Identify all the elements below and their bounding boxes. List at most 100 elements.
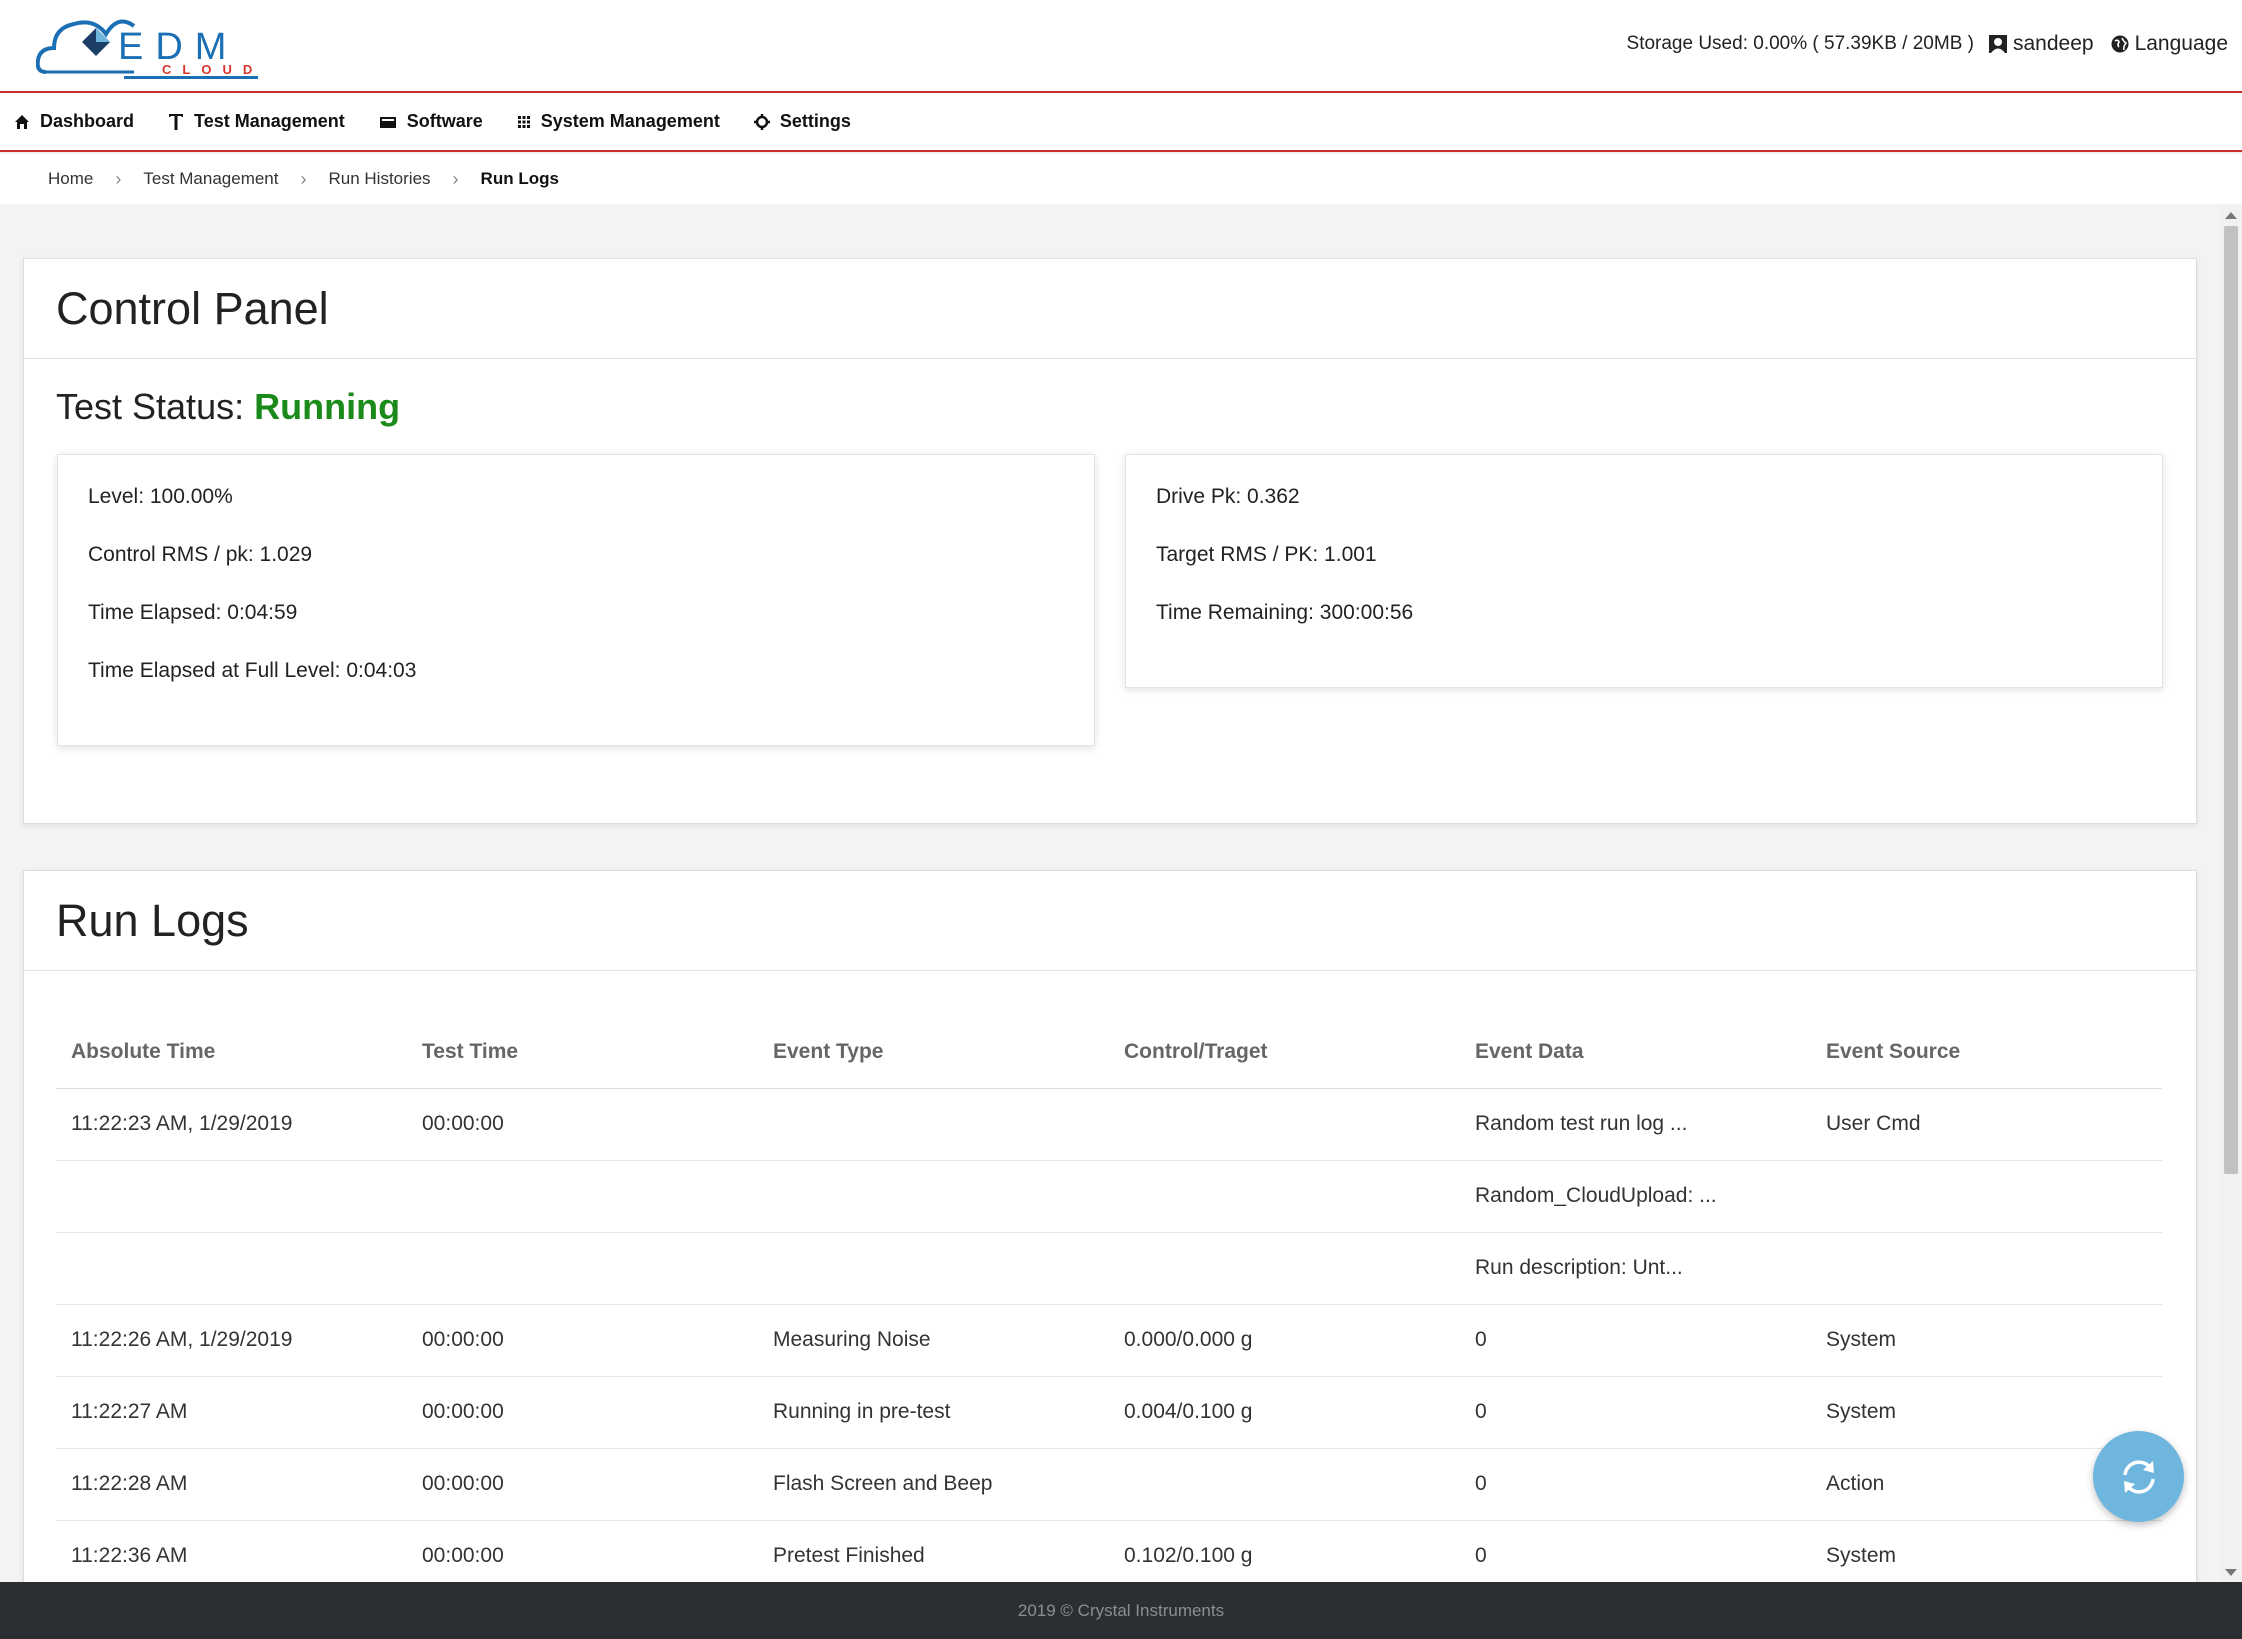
breadcrumb-home[interactable]: Home [48, 169, 93, 189]
cell-event-data: 0 [1460, 1376, 1811, 1449]
language-menu[interactable]: Language [2110, 32, 2228, 56]
user-icon [1988, 35, 2007, 53]
header-right: Storage Used: 0.00% ( 57.39KB / 20MB ) s… [1627, 32, 2228, 56]
column-header-event-source[interactable]: Event Source [1811, 1016, 2162, 1089]
nav-software-label: Software [406, 111, 483, 131]
cell-event-type [758, 1232, 1109, 1305]
cell-test-time [407, 1160, 758, 1233]
scroll-thumb[interactable] [2224, 226, 2238, 1174]
control-panel: Control Panel Test Status: Running Level… [23, 258, 2197, 824]
nav-system-management-label: System Management [540, 111, 720, 131]
status-card-right: Drive Pk: 0.362 Target RMS / PK: 1.001 T… [1125, 454, 2163, 688]
cell-test-time [407, 1232, 758, 1305]
breadcrumb-run-logs: Run Logs [480, 169, 559, 188]
scroll-up-arrow-icon[interactable] [2225, 212, 2237, 219]
status-card-left: Level: 100.00% Control RMS / pk: 1.029 T… [57, 454, 1095, 746]
run-logs-panel: Run Logs Absolute Time Test Time Event T… [23, 870, 2197, 1593]
cell-absolute-time: 11:22:27 AM [56, 1376, 407, 1449]
top-header: EDM CLOUD Storage Used: 0.00% ( 57.39KB … [0, 0, 2242, 93]
chevron-right-icon: › [115, 168, 122, 189]
cell-event-type [758, 1088, 1109, 1161]
cell-event-type: Flash Screen and Beep [758, 1448, 1109, 1521]
vertical-scrollbar[interactable] [2220, 204, 2242, 1582]
nav-test-management[interactable]: Test Management [168, 111, 345, 132]
test-status-value: Running [254, 386, 401, 427]
cell-test-time: 00:00:00 [407, 1448, 758, 1521]
table-header-row: Absolute Time Test Time Event Type Contr… [56, 1016, 2162, 1089]
cell-absolute-time: 11:22:23 AM, 1/29/2019 [56, 1088, 407, 1161]
cell-event-type [758, 1160, 1109, 1233]
cell-absolute-time [56, 1232, 407, 1305]
table-row: 11:22:23 AM, 1/29/2019 00:00:00 Random t… [56, 1088, 2162, 1161]
cell-event-data: Run description: Unt... [1460, 1232, 1811, 1305]
home-icon [15, 114, 29, 129]
table-row: Random_CloudUpload: ... [56, 1160, 2162, 1233]
cell-absolute-time: 11:22:26 AM, 1/29/2019 [56, 1304, 407, 1377]
breadcrumb-test-management[interactable]: Test Management [143, 169, 278, 189]
cell-event-source: User Cmd [1811, 1088, 2162, 1161]
cell-control-target [1109, 1232, 1460, 1305]
test-status-label: Test Status: [56, 386, 245, 427]
level-value: Level: 100.00% [88, 485, 233, 508]
refresh-button[interactable] [2093, 1431, 2184, 1522]
cell-control-target [1109, 1088, 1460, 1161]
cell-event-type: Measuring Noise [758, 1304, 1109, 1377]
chevron-right-icon: › [300, 168, 307, 189]
target-rms-value: Target RMS / PK: 1.001 [1156, 543, 1377, 566]
cell-event-data: Random test run log ... [1460, 1088, 1811, 1161]
column-header-control-target[interactable]: Control/Traget [1109, 1016, 1460, 1089]
grid-icon [517, 115, 530, 128]
cell-control-target [1109, 1160, 1460, 1233]
footer: 2019 © Crystal Instruments [0, 1582, 2242, 1639]
cell-event-source: System [1811, 1304, 2162, 1377]
globe-icon [2111, 35, 2129, 53]
logo-underline [124, 76, 258, 79]
run-logs-table: Absolute Time Test Time Event Type Contr… [56, 1016, 2162, 1593]
time-elapsed-value: Time Elapsed: 0:04:59 [88, 601, 298, 624]
cell-event-data: Random_CloudUpload: ... [1460, 1160, 1811, 1233]
nav-dashboard[interactable]: Dashboard [14, 111, 134, 132]
control-panel-title: Control Panel [24, 259, 2196, 359]
main-nav: Dashboard Test Management Software Syste… [0, 93, 2242, 152]
text-t-icon [169, 113, 184, 130]
test-status: Test Status: Running [56, 386, 400, 428]
cell-absolute-time: 11:22:28 AM [56, 1448, 407, 1521]
nav-software[interactable]: Software [379, 111, 483, 132]
nav-system-management[interactable]: System Management [517, 111, 720, 132]
scroll-down-arrow-icon[interactable] [2225, 1569, 2237, 1576]
breadcrumb-run-histories[interactable]: Run Histories [329, 169, 431, 189]
column-header-absolute-time[interactable]: Absolute Time [56, 1016, 407, 1089]
refresh-icon [2122, 1459, 2155, 1494]
time-remaining-value: Time Remaining: 300:00:56 [1156, 601, 1414, 624]
nav-settings-label: Settings [779, 111, 851, 131]
cell-event-source [1811, 1160, 2162, 1233]
language-label: Language [2134, 32, 2228, 55]
logo-secondary-text: CLOUD [162, 62, 264, 77]
cell-event-type: Running in pre-test [758, 1376, 1109, 1449]
cell-control-target [1109, 1448, 1460, 1521]
breadcrumb: Home › Test Management › Run Histories ›… [0, 154, 2242, 204]
chevron-right-icon: › [452, 168, 459, 189]
username-label: sandeep [2012, 32, 2094, 55]
cell-test-time: 00:00:00 [407, 1304, 758, 1377]
table-row: 11:22:26 AM, 1/29/2019 00:00:00 Measurin… [56, 1304, 2162, 1377]
cell-test-time: 00:00:00 [407, 1088, 758, 1161]
cell-event-source [1811, 1232, 2162, 1305]
table-row: Run description: Unt... [56, 1232, 2162, 1305]
cell-event-data: 0 [1460, 1448, 1811, 1521]
nav-dashboard-label: Dashboard [40, 111, 135, 131]
cell-control-target: 0.004/0.100 g [1109, 1376, 1460, 1449]
nav-settings[interactable]: Settings [753, 111, 851, 132]
column-header-event-data[interactable]: Event Data [1460, 1016, 1811, 1089]
software-box-icon [379, 116, 396, 128]
table-row: 11:22:28 AM 00:00:00 Flash Screen and Be… [56, 1448, 2162, 1521]
table-row: 11:22:27 AM 00:00:00 Running in pre-test… [56, 1376, 2162, 1449]
cell-absolute-time [56, 1160, 407, 1233]
time-elapsed-full-value: Time Elapsed at Full Level: 0:04:03 [88, 659, 417, 682]
nav-test-management-label: Test Management [194, 111, 345, 131]
user-menu[interactable]: sandeep [1988, 32, 2094, 56]
column-header-event-type[interactable]: Event Type [758, 1016, 1109, 1089]
cell-control-target: 0.000/0.000 g [1109, 1304, 1460, 1377]
column-header-test-time[interactable]: Test Time [407, 1016, 758, 1089]
edm-cloud-logo[interactable]: EDM CLOUD [36, 6, 258, 82]
